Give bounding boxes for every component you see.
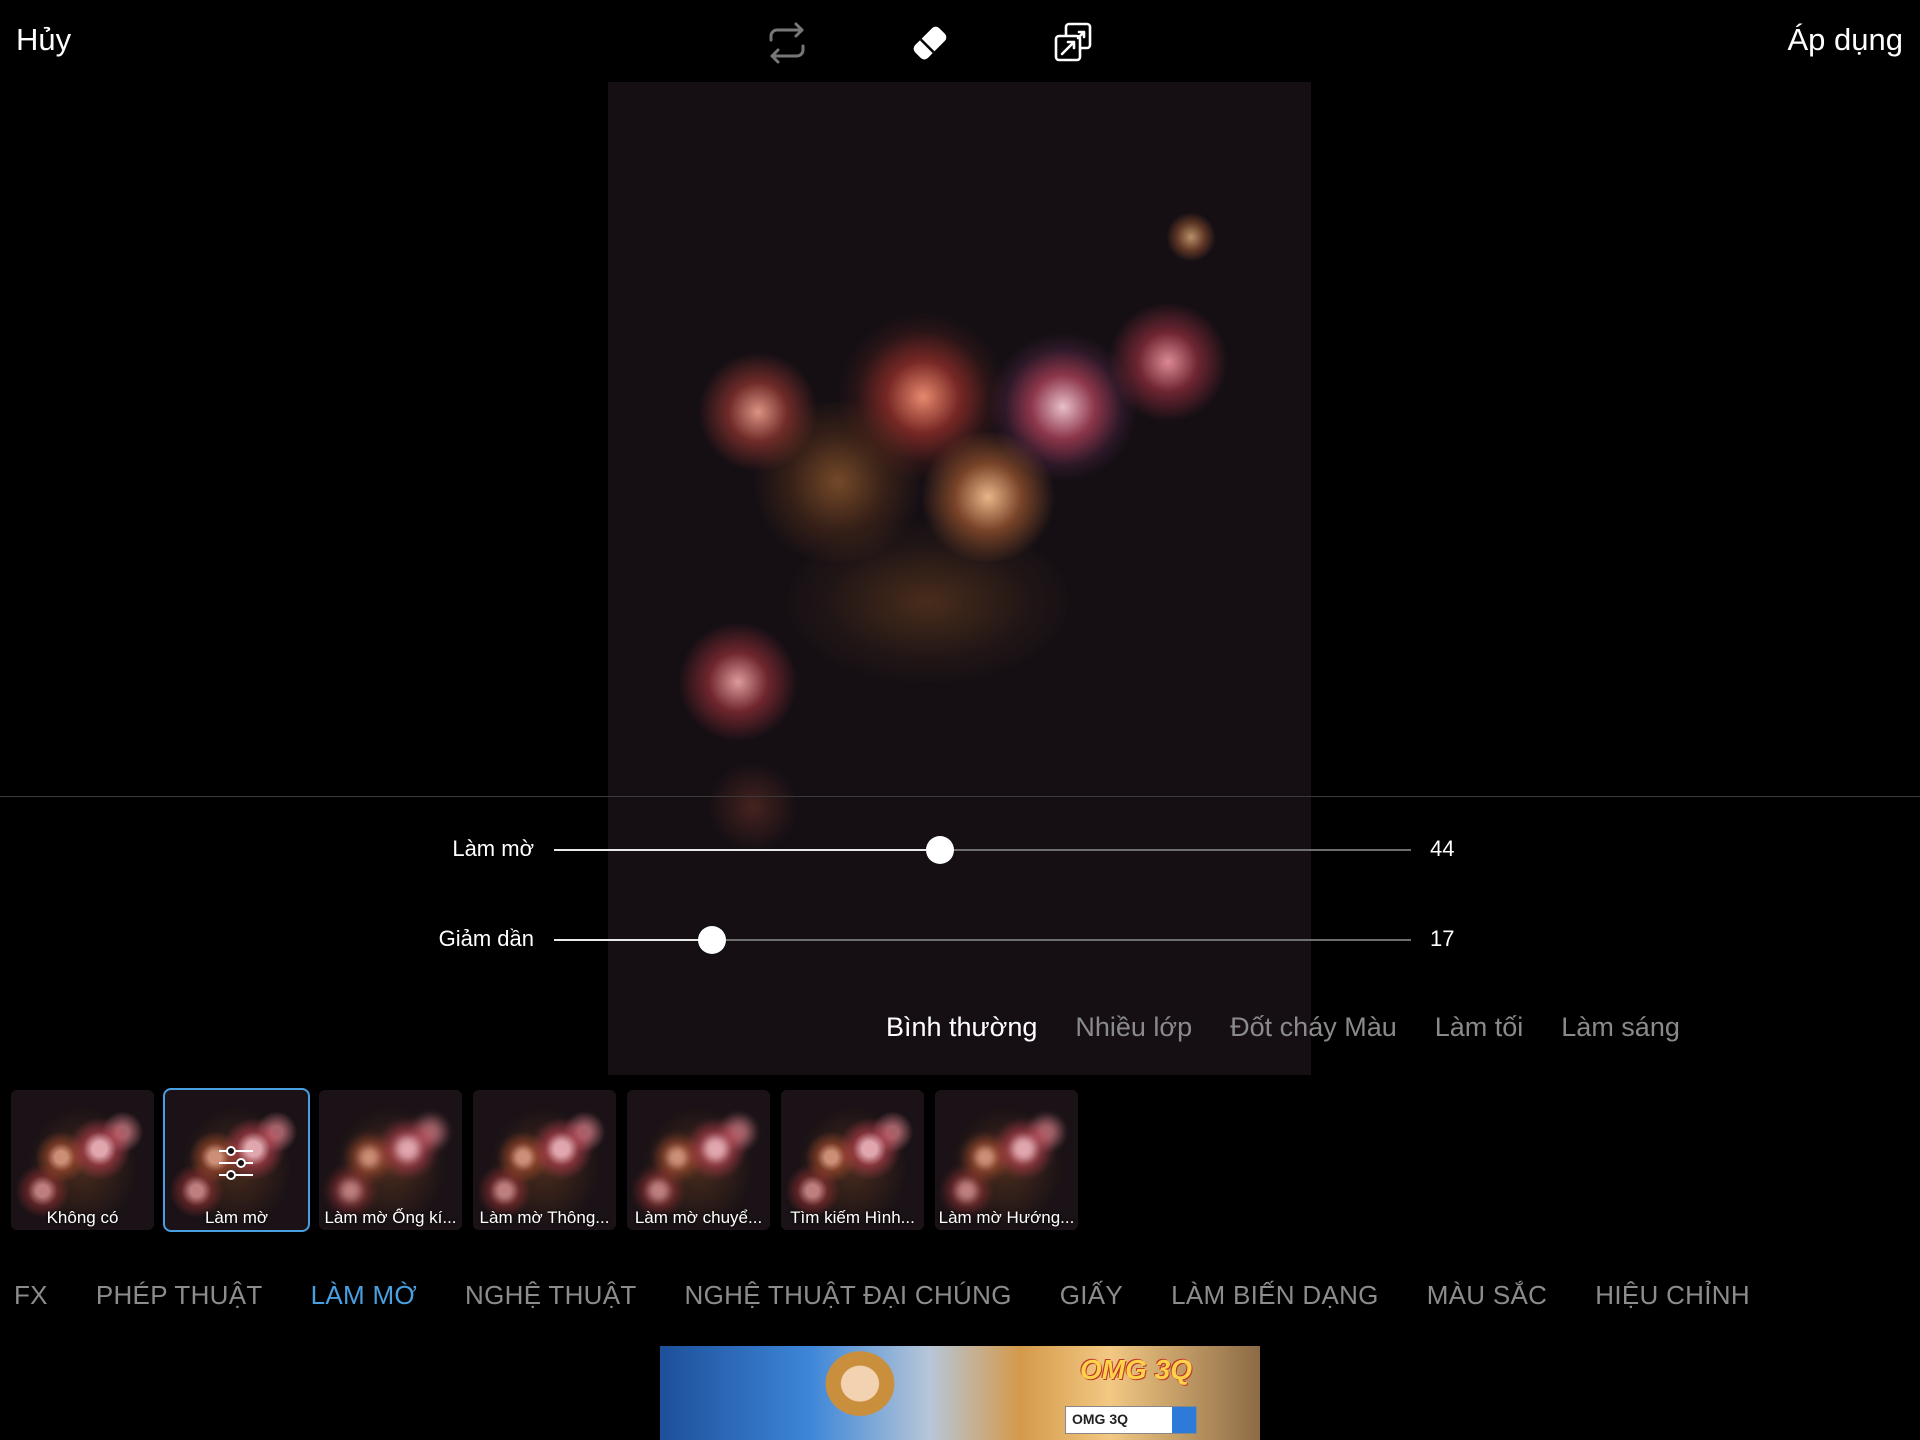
- top-toolbar: Hủy Áp dụng: [0, 0, 1920, 82]
- blur-slider-row: Làm mờ 44: [0, 830, 1920, 870]
- category-blur[interactable]: LÀM MỜ: [311, 1280, 417, 1311]
- category-distort[interactable]: LÀM BIẾN DẠNG: [1171, 1280, 1379, 1311]
- category-paper[interactable]: GIẤY: [1060, 1280, 1123, 1311]
- effect-motion-blur[interactable]: Làm mờ chuyể...: [627, 1090, 770, 1230]
- panel-divider: [0, 796, 1920, 797]
- blend-mode-lighten[interactable]: Làm sáng: [1561, 1012, 1680, 1048]
- blend-mode-multiply[interactable]: Nhiều lớp: [1075, 1012, 1192, 1048]
- category-magic[interactable]: PHÉP THUẬT: [96, 1280, 263, 1311]
- blur-slider-fill: [554, 849, 940, 851]
- effect-label: Làm mờ: [204, 1208, 269, 1227]
- effect-directional-blur[interactable]: Làm mờ Hướng...: [935, 1090, 1078, 1230]
- effect-image-search[interactable]: Tìm kiếm Hình...: [781, 1090, 924, 1230]
- category-fx[interactable]: FX: [14, 1280, 48, 1311]
- effect-label: Làm mờ Ống kí...: [324, 1208, 457, 1227]
- blend-mode-selector: Bình thường Nhiều lớp Đốt cháy Màu Làm t…: [886, 1012, 1680, 1048]
- ad-hero-illustration: [800, 1346, 920, 1440]
- effect-label: Tìm kiếm Hình...: [790, 1208, 915, 1227]
- effect-category-tabs: FX PHÉP THUẬT LÀM MỜ NGHỆ THUẬT NGHỆ THU…: [14, 1280, 1750, 1311]
- effect-label: Làm mờ Hướng...: [938, 1208, 1075, 1227]
- blend-mode-normal[interactable]: Bình thường: [886, 1012, 1037, 1048]
- effect-smart-blur[interactable]: Làm mờ Thông...: [473, 1090, 616, 1230]
- fade-slider-value: 17: [1430, 926, 1455, 951]
- effect-label: Không có: [46, 1208, 119, 1227]
- apply-button[interactable]: Áp dụng: [1788, 22, 1904, 58]
- category-artistic[interactable]: NGHỆ THUẬT: [465, 1280, 637, 1311]
- fade-slider-thumb[interactable]: [697, 926, 726, 954]
- ad-search-text: OMG 3Q: [1072, 1411, 1129, 1427]
- blend-mode-color-burn[interactable]: Đốt cháy Màu: [1230, 1012, 1397, 1048]
- blur-slider-label: Làm mờ: [452, 836, 534, 861]
- blend-mode-darken[interactable]: Làm tối: [1435, 1012, 1524, 1048]
- effect-thumbnail-strip: Không có Làm mờ Làm mờ Ống kí... Làm mờ …: [11, 1088, 1078, 1232]
- fade-slider-row: Giảm dần 17: [0, 920, 1920, 960]
- ad-logo: OMG 3Q: [1080, 1354, 1193, 1385]
- adjust-settings-icon[interactable]: [215, 1142, 257, 1184]
- fade-slider-fill: [554, 939, 712, 941]
- effect-none[interactable]: Không có: [11, 1090, 154, 1230]
- cancel-button[interactable]: Hủy: [16, 22, 71, 58]
- category-colors[interactable]: MÀU SẮC: [1427, 1280, 1548, 1311]
- blur-slider-track[interactable]: [554, 836, 1411, 864]
- repeat-icon[interactable]: [762, 18, 812, 68]
- eraser-icon[interactable]: [905, 18, 955, 68]
- layer-swap-icon[interactable]: [1048, 18, 1098, 68]
- blur-slider-value: 44: [1430, 836, 1455, 861]
- category-corrections[interactable]: HIỆU CHỈNH: [1595, 1280, 1750, 1311]
- blur-slider-thumb[interactable]: [925, 836, 954, 864]
- fade-slider-track[interactable]: [554, 926, 1411, 954]
- fade-slider-label: Giảm dần: [438, 926, 534, 951]
- ad-banner[interactable]: OMG 3Q OMG 3Q: [660, 1346, 1260, 1440]
- ad-search-icon: [1172, 1407, 1196, 1433]
- effect-label: Làm mờ chuyể...: [634, 1208, 763, 1227]
- ad-search-box: OMG 3Q: [1065, 1406, 1197, 1434]
- effect-label: Làm mờ Thông...: [479, 1208, 610, 1227]
- effect-lens-blur[interactable]: Làm mờ Ống kí...: [319, 1090, 462, 1230]
- category-pop-art[interactable]: NGHỆ THUẬT ĐẠI CHÚNG: [685, 1280, 1012, 1311]
- effect-blur[interactable]: Làm mờ: [163, 1088, 310, 1232]
